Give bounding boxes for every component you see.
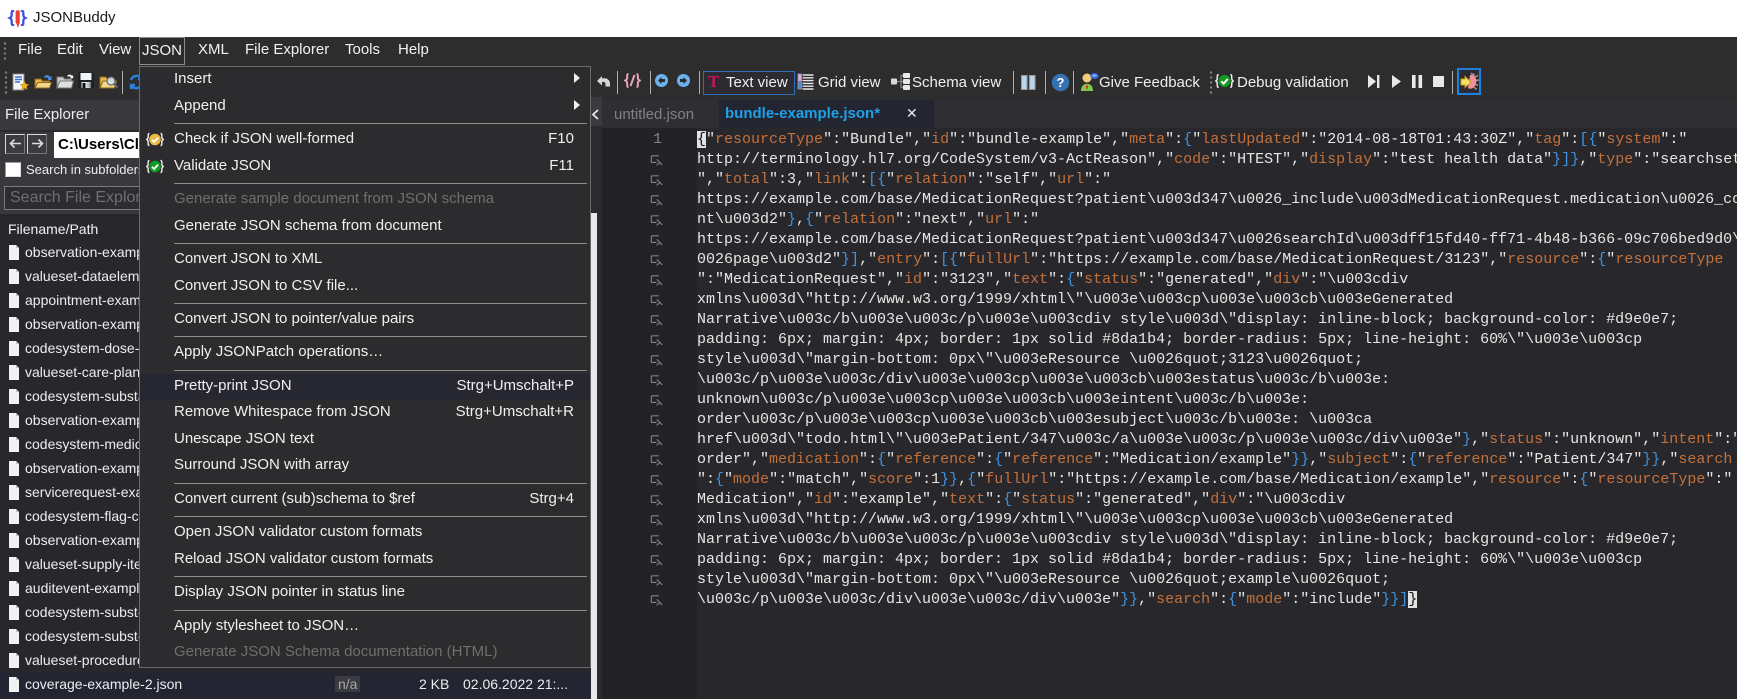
svg-text:?: ?	[1057, 75, 1065, 90]
